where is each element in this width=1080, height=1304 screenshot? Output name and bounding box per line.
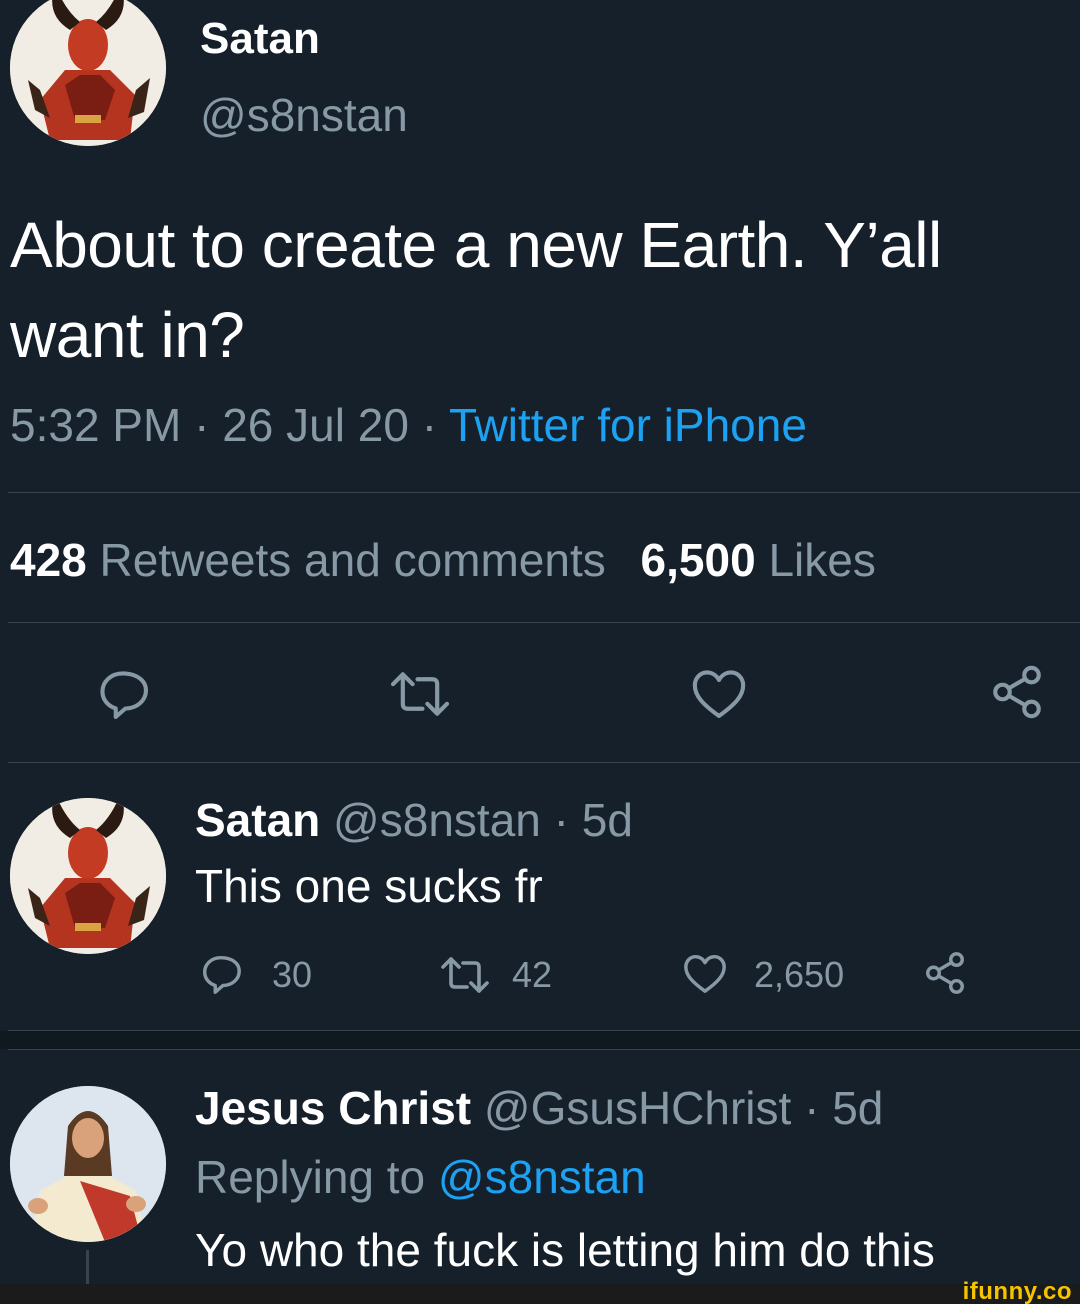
tweet-text: About to create a new Earth. Y’all want …: [10, 209, 942, 371]
replying-to: Replying to @s8nstan: [195, 1149, 646, 1205]
tweet-stats: 428 Retweets and comments 6,500 Likes: [10, 532, 876, 588]
author-handle[interactable]: @s8nstan: [200, 88, 408, 142]
retweet-count: 42: [512, 954, 553, 995]
demon-avatar-image: [10, 798, 166, 954]
like-count: 2,650: [754, 954, 845, 995]
reply-author-name[interactable]: Satan: [195, 794, 320, 846]
reply-avatar[interactable]: [10, 798, 166, 954]
likes-count: 6,500: [640, 534, 756, 586]
reply-avatar[interactable]: [10, 1086, 166, 1242]
retweet-icon[interactable]: [436, 953, 494, 997]
meta-separator: ·: [421, 399, 438, 451]
like-icon[interactable]: [682, 951, 728, 995]
retweets-stat[interactable]: 428 Retweets and comments: [10, 534, 619, 586]
jesus-avatar-image: [10, 1086, 166, 1242]
watermark-bar: [0, 1284, 1080, 1304]
reply-text: Yo who the fuck is letting him do this: [195, 1224, 935, 1276]
reply-icon[interactable]: [198, 951, 244, 997]
reply-count: 30: [272, 954, 313, 995]
thread-line: [86, 1250, 89, 1284]
tweet-time: 5:32 PM: [10, 399, 182, 451]
likes-label: Likes: [768, 534, 876, 586]
reply-text: This one sucks fr: [195, 860, 543, 912]
retweets-count: 428: [10, 534, 87, 586]
replying-to-handle[interactable]: @s8nstan: [438, 1151, 646, 1203]
retweets-label: Retweets and comments: [99, 534, 606, 586]
divider: [8, 1049, 1080, 1050]
watermark-logo: ifunny.co: [962, 1278, 1072, 1304]
like-icon[interactable]: [690, 665, 748, 721]
reply-header: Jesus Christ @GsusHChrist · 5d: [195, 1080, 883, 1136]
reply-icon[interactable]: [94, 665, 152, 723]
divider: [8, 762, 1080, 763]
share-icon[interactable]: [988, 663, 1046, 721]
tweet-date: 26 Jul 20: [222, 399, 409, 451]
share-icon[interactable]: [922, 950, 968, 996]
tweet-source-link[interactable]: Twitter for iPhone: [449, 399, 807, 451]
thread-gap: [0, 1031, 1080, 1049]
author-avatar[interactable]: [10, 0, 166, 146]
reply-age[interactable]: · 5d: [554, 794, 633, 846]
divider: [8, 622, 1080, 623]
likes-stat[interactable]: 6,500 Likes: [641, 534, 876, 586]
reply-author-name[interactable]: Jesus Christ: [195, 1082, 471, 1134]
author-name[interactable]: Satan: [200, 13, 320, 65]
reply-header: Satan @s8nstan · 5d: [195, 792, 633, 848]
reply-age[interactable]: · 5d: [804, 1082, 883, 1134]
reply-author-handle[interactable]: @GsusHChrist: [484, 1082, 791, 1134]
tweet-meta: 5:32 PM · 26 Jul 20 · Twitter for iPhone: [10, 397, 807, 453]
replying-to-label: Replying to: [195, 1151, 426, 1203]
reply-author-handle[interactable]: @s8nstan: [333, 794, 541, 846]
retweet-icon[interactable]: [385, 667, 455, 721]
meta-separator: ·: [194, 399, 210, 451]
divider: [8, 492, 1080, 493]
demon-avatar-image: [10, 0, 166, 146]
